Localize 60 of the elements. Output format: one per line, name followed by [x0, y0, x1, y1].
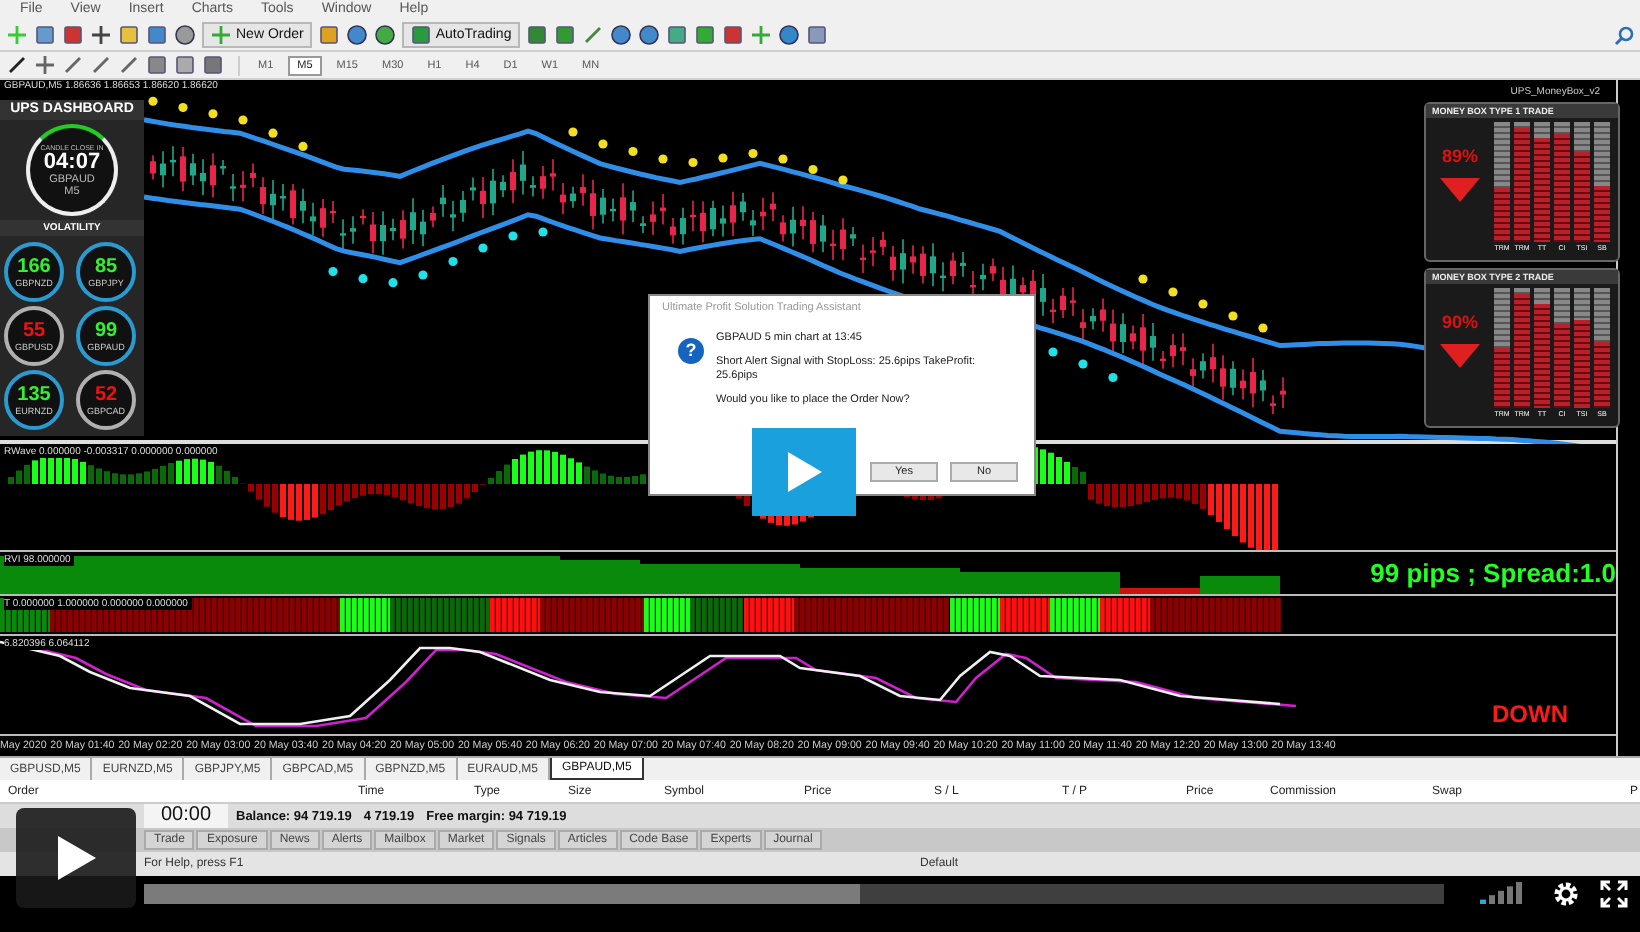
signal-dot [778, 154, 788, 164]
play-icon [54, 834, 98, 882]
signal-dot [568, 127, 578, 137]
signal-dot [238, 115, 248, 125]
square-icon [409, 24, 432, 46]
crosshair-icon[interactable] [34, 54, 56, 76]
signal-dot [1078, 359, 1088, 369]
line-chart-icon[interactable] [581, 24, 604, 46]
volatility-value: 166 [17, 257, 51, 277]
signal-dot [1108, 372, 1118, 383]
percent-value: 90% [1441, 312, 1478, 332]
signal-dot [598, 139, 608, 149]
signal-dot [268, 128, 278, 138]
volatility-value: 135 [17, 385, 51, 405]
plus-icon [210, 24, 232, 46]
signal-dot [1198, 299, 1208, 309]
play-icon [784, 450, 824, 494]
signal-dot [718, 153, 728, 163]
signal-dot [1258, 323, 1268, 333]
signal-dot [688, 157, 698, 168]
arrow-down-icon [1440, 344, 1480, 368]
signal-dot [328, 267, 338, 277]
signal-dot [1138, 274, 1148, 284]
signal-dot [478, 243, 488, 253]
signal-dot [658, 154, 668, 164]
volatility-value: 85 [94, 257, 118, 277]
volume-icon[interactable] [1480, 882, 1524, 906]
signal-dot [388, 278, 398, 288]
volatility-value: 52 [94, 385, 118, 405]
signal-dot [1048, 347, 1058, 357]
signal-dot [508, 231, 518, 241]
signal-dot [748, 148, 758, 159]
volatility-value: 99 [94, 321, 118, 341]
arrow-down-icon [1440, 178, 1480, 202]
signal-dot [1168, 287, 1178, 297]
time-display: 00:00 [144, 804, 228, 828]
signal-dot [358, 274, 368, 284]
settings-icon[interactable] [1552, 880, 1580, 908]
play-button[interactable] [16, 808, 136, 908]
signal-dot [808, 164, 818, 175]
signal-dot [448, 256, 458, 267]
spread-label: 99 pips ; Spread:1.0 [1370, 558, 1616, 588]
signal-dot [1228, 311, 1238, 321]
crosshair-icon[interactable] [90, 24, 112, 46]
signal-dot [538, 227, 548, 237]
signal-dot [298, 141, 308, 151]
signal-dot [418, 270, 428, 280]
volatility-value: 55 [22, 321, 46, 341]
signal-dot [628, 146, 638, 157]
search-icon[interactable] [1614, 25, 1634, 45]
question-icon: ? [678, 338, 704, 364]
signal-dot [208, 109, 218, 119]
signal-dot [148, 96, 158, 106]
countdown-time: 04:07 [43, 151, 101, 173]
trendline-icon[interactable] [118, 54, 140, 76]
signal-dot [838, 175, 848, 185]
percent-value: 89% [1441, 146, 1478, 166]
signal-dot [178, 102, 188, 113]
signal-label: DOWN [1492, 700, 1568, 728]
fullscreen-icon[interactable] [1600, 880, 1628, 908]
